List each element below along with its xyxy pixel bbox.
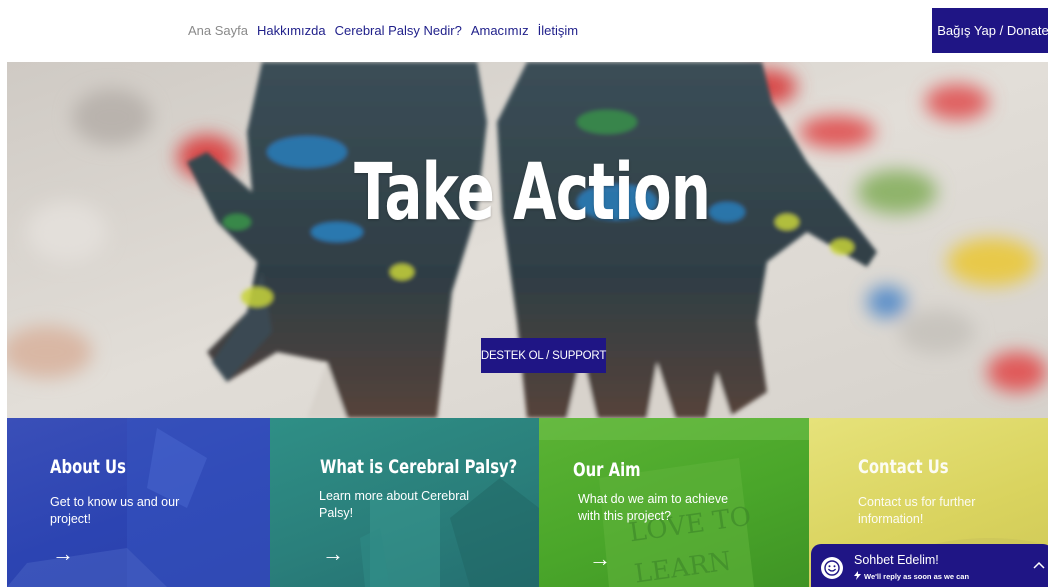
nav-item-hakkimizda[interactable]: Hakkımızda	[257, 23, 326, 38]
card-our-aim[interactable]: LOVE TO LEARN Our Aim What do we aim to …	[539, 418, 809, 587]
smiley-icon	[821, 557, 843, 579]
site-header: Ana Sayfa Hakkımızda Cerebral Palsy Nedi…	[0, 0, 1048, 62]
card-what-is-cerebral-palsy[interactable]: What is Cerebral Palsy? Learn more about…	[270, 418, 539, 587]
card-title: Our Aim	[573, 459, 641, 481]
card-text: Contact us for further information!	[858, 495, 976, 526]
card-title: Contact Us	[858, 456, 949, 478]
nav-item-ana-sayfa[interactable]: Ana Sayfa	[188, 23, 248, 38]
card-about-us[interactable]: About Us Get to know us and our project!…	[7, 418, 270, 587]
arrow-right-icon[interactable]: →	[52, 543, 74, 565]
donate-button[interactable]: Bağış Yap / Donate	[932, 8, 1048, 53]
bolt-icon	[854, 571, 861, 580]
card-text: What do we aim to achieve with this proj…	[578, 492, 729, 523]
chat-title: Sohbet Edelim!	[854, 553, 939, 567]
support-button[interactable]: DESTEK OL / SUPPORT	[481, 338, 606, 373]
card-text: Learn more about Cerebral Palsy!	[319, 489, 470, 520]
chat-subtitle-row: We'll reply as soon as we can	[854, 571, 969, 581]
hero-title: Take Action	[354, 148, 711, 238]
nav-item-iletisim[interactable]: İletişim	[538, 23, 578, 38]
chat-subtitle: We'll reply as soon as we can	[864, 572, 970, 581]
nav-item-cerebral-palsy-nedir[interactable]: Cerebral Palsy Nedir?	[335, 23, 462, 38]
card-title: About Us	[50, 456, 126, 478]
card-title: What is Cerebral Palsy?	[320, 456, 518, 478]
arrow-right-icon[interactable]: →	[589, 548, 611, 570]
chevron-up-icon[interactable]	[1033, 556, 1045, 572]
card-text: Get to know us and our project!	[50, 495, 180, 526]
arrow-right-icon[interactable]: →	[322, 543, 344, 565]
main-nav: Ana Sayfa Hakkımızda Cerebral Palsy Nedi…	[188, 23, 587, 38]
hero-section: Take Action DESTEK OL / SUPPORT	[7, 62, 1048, 418]
nav-item-amacimiz[interactable]: Amacımız	[471, 23, 529, 38]
chat-widget[interactable]: Sohbet Edelim! We'll reply as soon as we…	[811, 544, 1048, 587]
